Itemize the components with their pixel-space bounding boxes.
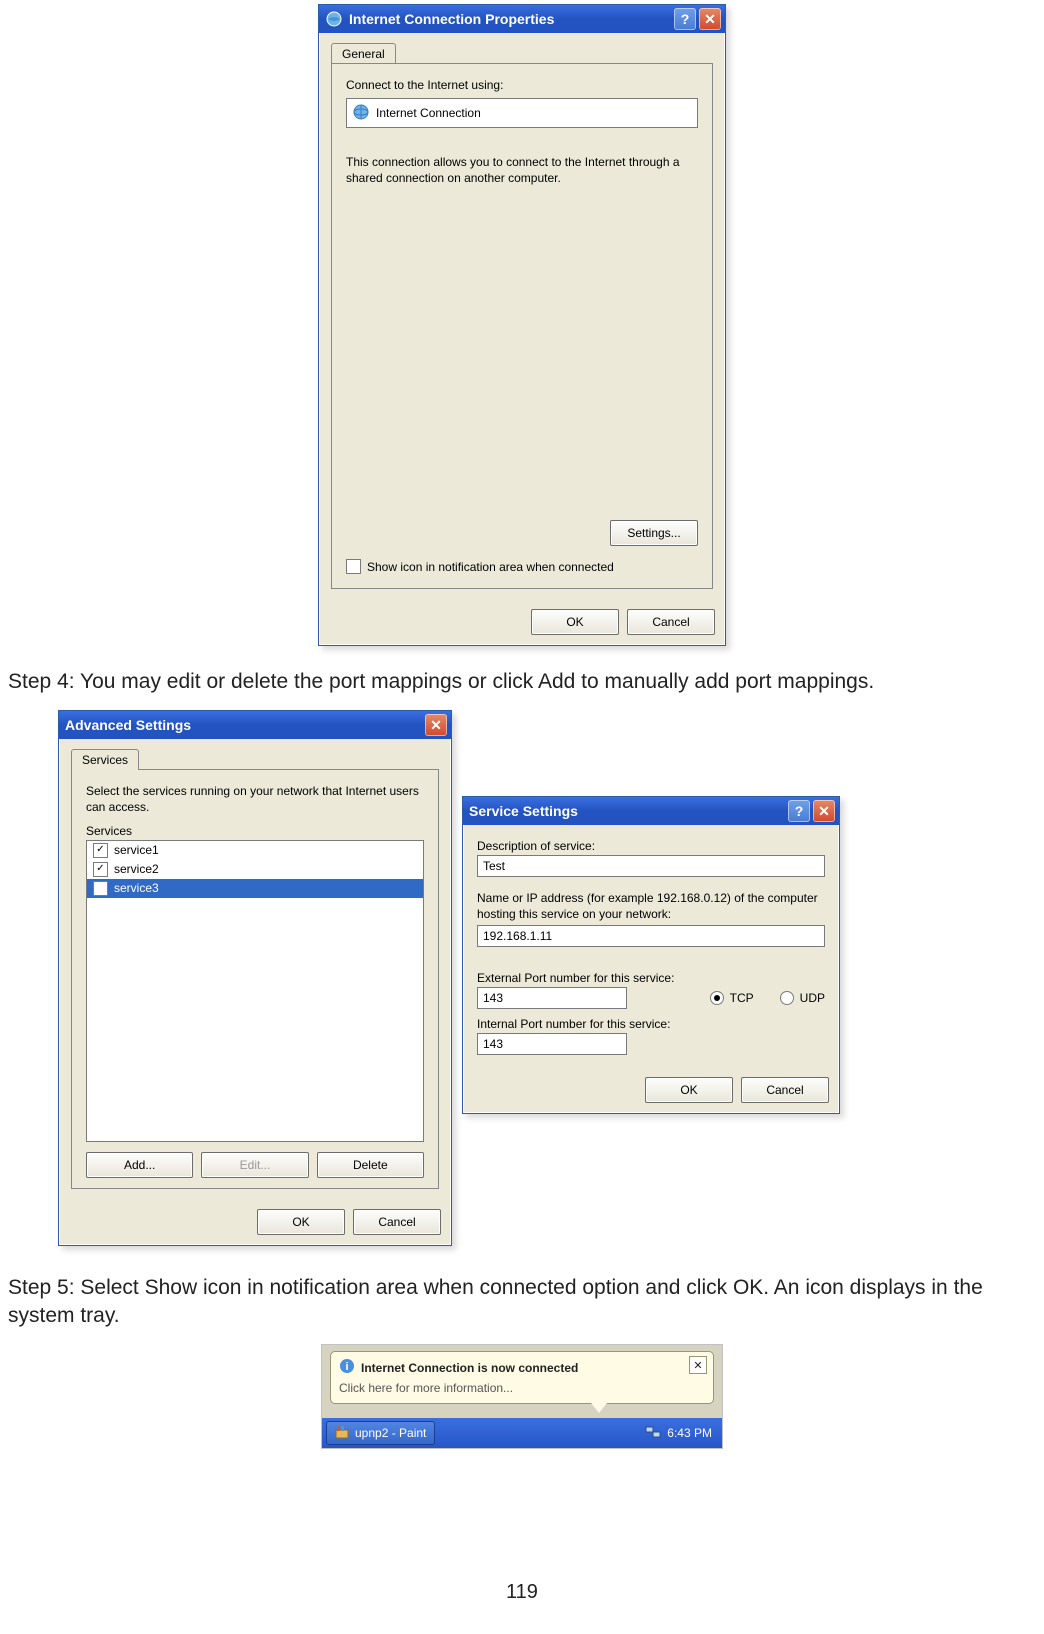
description-input[interactable] xyxy=(477,855,825,877)
advanced-settings-dialog: Advanced Settings ✕ Services Select the … xyxy=(58,710,452,1245)
tab-services[interactable]: Services xyxy=(71,749,139,770)
connection-name: Internet Connection xyxy=(376,106,481,120)
titlebar: Service Settings ? ✕ xyxy=(463,797,839,825)
description-label: Description of service: xyxy=(477,839,825,853)
clock: 6:43 PM xyxy=(661,1426,718,1440)
add-button[interactable]: Add... xyxy=(86,1152,193,1178)
service-list-item[interactable]: ✓ service2 xyxy=(87,860,423,879)
udp-label: UDP xyxy=(800,991,825,1005)
taskbar: upnp2 - Paint 6:43 PM xyxy=(322,1418,722,1448)
internal-port-label: Internal Port number for this service: xyxy=(477,1017,825,1031)
page-number: 119 xyxy=(0,1581,1044,1604)
service-checkbox[interactable]: ✓ xyxy=(93,881,108,896)
external-port-input[interactable] xyxy=(477,987,627,1009)
service-checkbox[interactable]: ✓ xyxy=(93,843,108,858)
window-title: Advanced Settings xyxy=(65,717,422,733)
service-list-item[interactable]: ✓ service1 xyxy=(87,841,423,860)
tcp-label: TCP xyxy=(730,991,754,1005)
service-list-item[interactable]: ✓ service3 xyxy=(87,879,423,898)
connect-label: Connect to the Internet using: xyxy=(346,78,698,92)
external-port-label: External Port number for this service: xyxy=(477,971,825,985)
balloon-close-button[interactable]: ✕ xyxy=(689,1356,707,1374)
help-button[interactable]: ? xyxy=(674,8,696,30)
service-checkbox[interactable]: ✓ xyxy=(93,862,108,877)
step4-text: Step 4: You may edit or delete the port … xyxy=(8,668,1036,696)
cancel-button[interactable]: Cancel xyxy=(741,1077,829,1103)
services-instruction: Select the services running on your netw… xyxy=(86,784,424,815)
svg-text:i: i xyxy=(345,1361,348,1373)
cancel-button[interactable]: Cancel xyxy=(627,609,715,635)
connection-description: This connection allows you to connect to… xyxy=(346,154,698,186)
window-title: Service Settings xyxy=(469,803,785,819)
cancel-button[interactable]: Cancel xyxy=(353,1209,441,1235)
service-label: service1 xyxy=(114,843,159,857)
internal-port-input[interactable] xyxy=(477,1033,627,1055)
window-title: Internet Connection Properties xyxy=(349,11,671,27)
udp-radio[interactable] xyxy=(780,991,794,1005)
help-button[interactable]: ? xyxy=(788,800,810,822)
services-listbox[interactable]: ✓ service1 ✓ service2 ✓ service3 xyxy=(86,840,424,1142)
connection-field: Internet Connection xyxy=(346,98,698,128)
tray-screenshot: ✕ i Internet Connection is now connected… xyxy=(321,1344,723,1449)
host-label: Name or IP address (for example 192.168.… xyxy=(477,891,825,922)
service-settings-dialog: Service Settings ? ✕ Description of serv… xyxy=(462,796,840,1113)
close-button[interactable]: ✕ xyxy=(425,714,447,736)
ok-button[interactable]: OK xyxy=(531,609,619,635)
globe-icon xyxy=(325,10,343,28)
titlebar: Advanced Settings ✕ xyxy=(59,711,451,739)
balloon-body-text: Click here for more information... xyxy=(339,1381,705,1395)
taskbar-button[interactable]: upnp2 - Paint xyxy=(326,1421,435,1445)
step5-text: Step 5: Select Show icon in notification… xyxy=(8,1274,1036,1331)
ok-button[interactable]: OK xyxy=(257,1209,345,1235)
balloon-title-text: Internet Connection is now connected xyxy=(361,1361,578,1375)
show-icon-label: Show icon in notification area when conn… xyxy=(367,560,614,574)
close-button[interactable]: ✕ xyxy=(813,800,835,822)
globe-icon xyxy=(352,103,370,124)
internet-connection-properties-dialog: Internet Connection Properties ? ✕ Gener… xyxy=(318,4,726,646)
close-button[interactable]: ✕ xyxy=(699,8,721,30)
services-label: Services xyxy=(86,824,424,838)
taskbar-button-label: upnp2 - Paint xyxy=(355,1426,426,1440)
notification-balloon[interactable]: ✕ i Internet Connection is now connected… xyxy=(330,1351,714,1404)
edit-button[interactable]: Edit... xyxy=(201,1152,308,1178)
ok-button[interactable]: OK xyxy=(645,1077,733,1103)
tcp-radio[interactable] xyxy=(710,991,724,1005)
settings-button[interactable]: Settings... xyxy=(610,520,698,546)
delete-button[interactable]: Delete xyxy=(317,1152,424,1178)
tab-general[interactable]: General xyxy=(331,43,396,64)
titlebar: Internet Connection Properties ? ✕ xyxy=(319,5,725,33)
info-icon: i xyxy=(339,1358,355,1377)
service-label: service2 xyxy=(114,862,159,876)
paint-icon xyxy=(335,1425,349,1442)
show-icon-checkbox[interactable] xyxy=(346,559,361,574)
tray-network-icon[interactable] xyxy=(645,1424,661,1443)
service-label: service3 xyxy=(114,881,159,895)
host-input[interactable] xyxy=(477,925,825,947)
